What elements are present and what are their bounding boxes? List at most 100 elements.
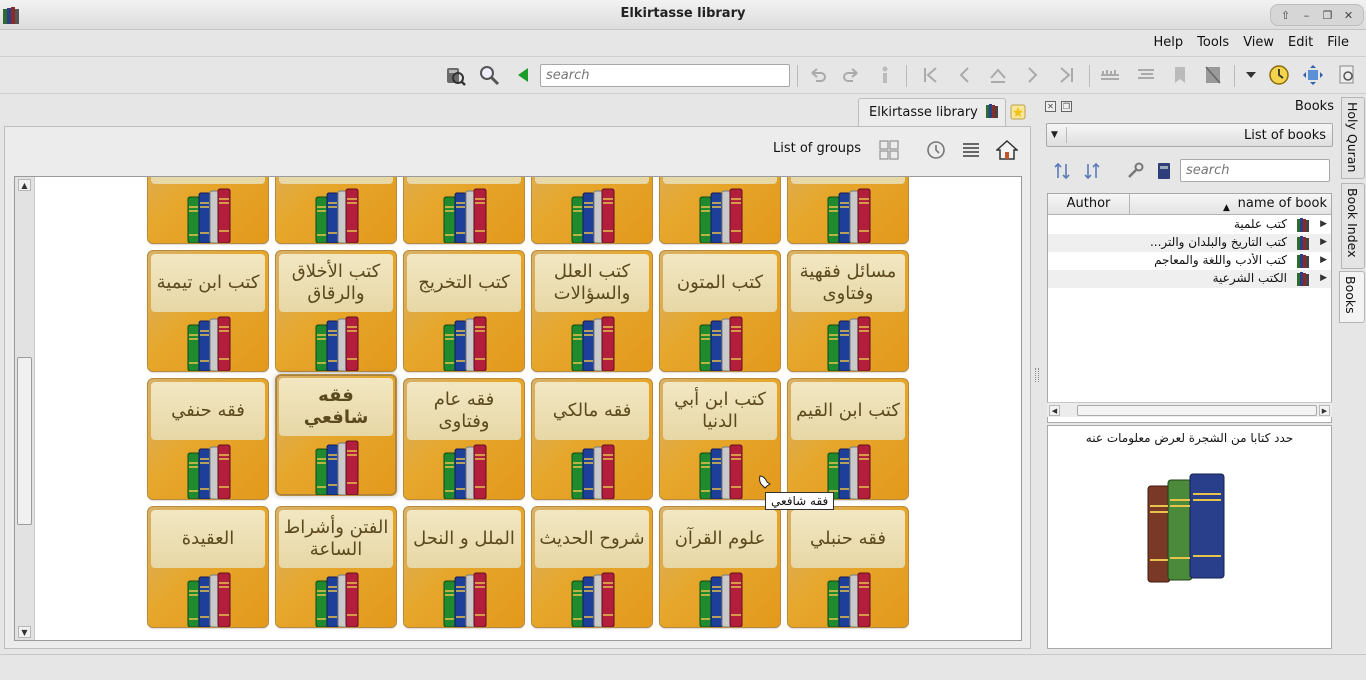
sort-ascending-icon[interactable] [1051,160,1073,182]
tab-book-index[interactable]: Book Index [1341,183,1365,269]
column-author[interactable]: Author [1048,194,1130,215]
group-tile[interactable]: ... [147,177,269,244]
tab-books[interactable]: Books [1339,271,1365,323]
tree-row-label: كتب الأدب واللغة والمعاجم [1154,253,1287,267]
previous-page-icon[interactable] [952,62,978,88]
menu-view[interactable]: View [1236,34,1281,51]
books-list-select[interactable]: ▼ List of books [1046,123,1333,147]
zoom-page-icon[interactable] [1334,62,1360,88]
menu-file[interactable]: File [1320,34,1356,51]
side-tabs: Holy Quran Book Index Books [1339,95,1366,650]
group-tile[interactable]: كتب ابن تيمية [147,250,269,372]
books-search-input[interactable] [1180,159,1330,182]
group-tile[interactable]: الملل و النحل [403,506,525,628]
grid-view-icon[interactable] [876,136,902,164]
tree-horizontal-scrollbar[interactable]: ◀ ▶ [1047,402,1332,417]
group-tile[interactable]: فقه حنفي [147,378,269,500]
tree-row[interactable]: ▶ كتب علمية [1048,216,1331,234]
home-icon[interactable] [994,136,1020,164]
new-tab-star-icon[interactable] [1008,102,1028,122]
group-tile[interactable]: علوم القرآن [659,506,781,628]
scroll-down-arrow-icon[interactable]: ▼ [18,626,31,638]
group-tile[interactable]: ... [403,177,525,244]
group-tile[interactable]: ... [659,177,781,244]
expand-arrow-icon[interactable]: ▶ [1320,237,1327,247]
bookshelf-icon[interactable] [1097,62,1123,88]
books-stack-icon [314,571,360,628]
window-close-icon[interactable]: ✕ [1338,6,1359,24]
menu-edit[interactable]: Edit [1281,34,1320,51]
group-tile[interactable]: فقه حنبلي [787,506,909,628]
close-panel-icon[interactable]: ✕ [1045,101,1056,112]
group-tile-label: العقيدة [151,510,265,568]
recent-history-icon[interactable] [923,136,949,164]
clock-icon[interactable] [1266,62,1292,88]
tab-elkirtasse-library[interactable]: Elkirtasse library [858,98,1006,126]
group-tile[interactable]: كتب الأخلاق والرقاق [275,250,397,372]
search-database-icon[interactable] [442,62,468,88]
toolbar-search-input[interactable] [540,64,790,87]
expand-arrow-icon[interactable]: ▶ [1320,219,1327,229]
window-up-icon[interactable]: ⇧ [1275,6,1296,24]
last-page-icon[interactable] [1053,62,1079,88]
search-icon[interactable] [476,62,502,88]
redo-icon[interactable] [838,62,864,88]
tree-icon[interactable] [1133,62,1159,88]
document-tab-bar: Elkirtasse library [858,98,1032,126]
expand-arrow-icon[interactable]: ▶ [1320,255,1327,265]
group-tile[interactable]: الفتن وأشراط الساعة [275,506,397,628]
info-icon[interactable] [872,62,898,88]
menu-help[interactable]: Help [1147,34,1191,51]
list-view-icon[interactable] [958,136,984,164]
groups-vertical-scrollbar[interactable]: ▲ ▼ [15,177,35,640]
group-tile[interactable]: فقه عام وفتاوى [403,378,525,500]
sort-descending-icon[interactable] [1081,160,1103,182]
group-tile[interactable]: فقه شافعي [275,374,397,496]
group-tile[interactable]: فقه مالكي [531,378,653,500]
status-bar [0,654,1366,680]
group-tile[interactable]: العقيدة [147,506,269,628]
up-icon[interactable] [985,62,1011,88]
groups-header-label: List of groups [773,141,862,156]
scroll-up-arrow-icon[interactable]: ▲ [18,179,31,191]
group-tile-label: ... [151,177,265,184]
group-tile[interactable]: مسائل فقهية وفتاوى [787,250,909,372]
scroll-left-arrow-icon[interactable]: ◀ [1049,405,1060,416]
float-panel-icon[interactable]: ❐ [1061,101,1072,112]
group-tile[interactable]: كتب التخريج [403,250,525,372]
scroll-thumb[interactable] [17,357,32,525]
undo-icon[interactable] [805,62,831,88]
groups-header: List of groups [5,127,1030,175]
tree-row[interactable]: ▶ كتب التاريخ والبلدان والتر... [1048,234,1331,252]
next-page-icon[interactable] [1019,62,1045,88]
expand-arrow-icon[interactable]: ▶ [1320,273,1327,283]
fullscreen-icon[interactable] [1300,62,1326,88]
bookmark-icon[interactable] [1167,62,1193,88]
group-tile[interactable]: كتب العلل والسؤالات [531,250,653,372]
tab-holy-quran[interactable]: Holy Quran [1341,97,1365,179]
group-tile[interactable]: شروح الحديث [531,506,653,628]
scroll-thumb[interactable] [1077,405,1317,416]
scroll-right-arrow-icon[interactable]: ▶ [1319,405,1330,416]
book-edit-icon[interactable] [1200,62,1226,88]
book-properties-icon[interactable] [1153,160,1175,182]
group-tile[interactable]: ... [787,177,909,244]
column-name-of-book[interactable]: ▲ name of book [1131,194,1331,215]
group-tile[interactable]: كتب ابن القيم [787,378,909,500]
pane-splitter[interactable] [1035,368,1039,382]
group-tile[interactable]: ... [275,177,397,244]
group-tile[interactable]: كتب المتون [659,250,781,372]
tools-wrench-icon[interactable] [1124,160,1146,182]
dropdown-arrow-icon[interactable] [1238,62,1264,88]
window-restore-icon[interactable]: ❐ [1317,6,1338,24]
menu-tools[interactable]: Tools [1190,34,1236,51]
books-stack-icon [186,315,232,372]
tree-row-label: الكتب الشرعية [1212,271,1287,285]
tree-row[interactable]: ▶ الكتب الشرعية [1048,270,1331,288]
books-stack-icon [698,443,744,500]
tree-row[interactable]: ▶ كتب الأدب واللغة والمعاجم [1048,252,1331,270]
search-go-arrow-icon[interactable] [510,62,536,88]
group-tile[interactable]: ... [531,177,653,244]
window-minimize-icon[interactable]: – [1296,6,1317,24]
first-page-icon[interactable] [918,62,944,88]
